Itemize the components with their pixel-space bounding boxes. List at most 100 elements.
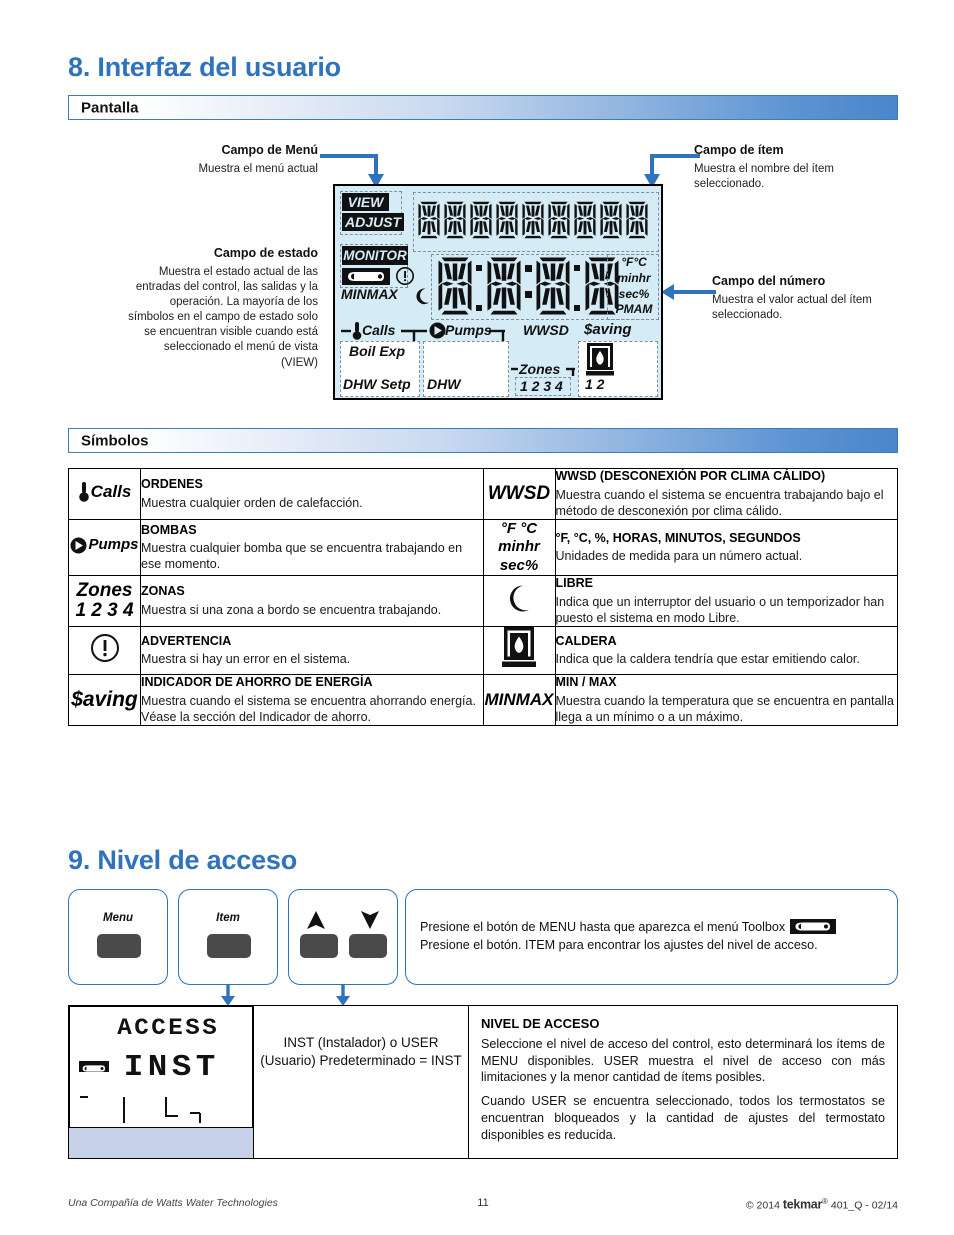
symbol-description: Muestra si hay un error en el sistema. bbox=[141, 652, 351, 667]
number-separator bbox=[524, 257, 533, 315]
lcd-zone-numbers: 1 2 3 4 bbox=[520, 378, 563, 394]
item-char bbox=[547, 194, 571, 246]
unit-degf-degc: °F°C bbox=[621, 255, 647, 269]
leader-number-field bbox=[661, 284, 716, 300]
access-paragraph-2: Cuando USER se encuentra seleccionado, t… bbox=[481, 1094, 885, 1142]
leader-item-to-display bbox=[221, 985, 235, 1006]
footer-copyright-year: © 2014 bbox=[745, 1199, 780, 1212]
symbol-text-cell: MIN / MAX Muestra cuando la temperatura q… bbox=[554, 674, 898, 727]
instruction-line-1: Presione el botón de MENU hasta que apar… bbox=[420, 920, 786, 934]
access-middle-text: INST (Instalador) o USER (Usuario) Prede… bbox=[260, 1035, 462, 1069]
section-8-title: 8. Interfaz del usuario bbox=[68, 52, 341, 82]
symbol-text-cell: CALDERA Indica que la caldera tendría que… bbox=[554, 626, 898, 676]
section-9-title: 9. Nivel de acceso bbox=[68, 845, 298, 875]
wrench-icon bbox=[342, 268, 390, 285]
callout-menu-field-body: Muestra el menú actual bbox=[198, 162, 318, 175]
symbol-title: ADVERTENCIA bbox=[141, 633, 232, 648]
segment-char: C bbox=[151, 1015, 166, 1041]
item-button-box[interactable]: Item bbox=[178, 889, 278, 985]
lcd-calls-label: Calls bbox=[362, 322, 396, 338]
callout-number-field-heading: Campo del número bbox=[712, 274, 826, 288]
lcd-dhw-label: DHW bbox=[427, 376, 461, 392]
access-display-line-2: INST bbox=[122, 1052, 216, 1084]
symbol-text-cell: °F, °C, %, HORAS, MINUTOS, SEGUNDOS Unida… bbox=[554, 519, 898, 577]
access-wrench-icon bbox=[79, 1061, 109, 1072]
footer-copyright: © 2014 tekmar® 401_Q - 02/14 bbox=[746, 1197, 898, 1212]
access-display-cell: ACCESS INST bbox=[68, 1004, 254, 1160]
callout-status-field: Campo de estado Muestra el estado actual… bbox=[128, 246, 318, 371]
number-separator bbox=[573, 257, 582, 315]
lcd-minmax-label: MINMAX bbox=[341, 286, 398, 302]
symbol-title: ORDENES bbox=[141, 477, 203, 492]
leader-updown-to-display bbox=[336, 985, 350, 1006]
up-down-button-box[interactable] bbox=[288, 889, 398, 985]
callout-menu-field-heading: Campo de Menú bbox=[221, 143, 318, 157]
instruction-text: Presione el botón de MENU hasta que apar… bbox=[420, 918, 886, 955]
symbol-icon-cell bbox=[482, 575, 556, 628]
unit-pmam: PMAM bbox=[615, 302, 653, 317]
page-footer: Una Compañía de Watts Water Technologies… bbox=[68, 1197, 898, 1213]
symbol-description: Indica que la caldera tendría que estar … bbox=[555, 652, 860, 667]
segment-char: S bbox=[202, 1015, 217, 1041]
number-char bbox=[533, 256, 573, 316]
segment-char: E bbox=[168, 1015, 183, 1041]
symbol-icon-cell: $aving bbox=[68, 674, 141, 727]
lcd-display-diagram: VIEW ADJUST MONITOR MINMAX °F°C minhr se… bbox=[333, 184, 663, 400]
symbol-icon-cell: Calls bbox=[68, 467, 141, 521]
item-char bbox=[599, 194, 623, 246]
segment-char: T bbox=[195, 1050, 216, 1085]
pumps-icon bbox=[429, 322, 446, 339]
number-char bbox=[435, 256, 475, 316]
toolbox-wrench-icon bbox=[790, 919, 837, 934]
wwsd-icon: WWSD bbox=[487, 483, 551, 505]
menu-button-box[interactable]: Menu bbox=[68, 889, 168, 985]
simbolos-bar: Símbolos bbox=[68, 428, 898, 453]
table-row: Calls ORDENES Muestra cualquier orden de c… bbox=[68, 467, 898, 521]
access-paragraph-1: Seleccione el nivel de acceso del contro… bbox=[481, 1037, 885, 1085]
symbol-text-cell: ZONAS Muestra si una zona a bordo se encu… bbox=[140, 575, 484, 628]
down-button[interactable] bbox=[349, 934, 387, 958]
symbol-text-cell: BOMBAS Muestra cualquier bomba que se enc… bbox=[140, 519, 484, 577]
up-button[interactable] bbox=[300, 934, 338, 958]
page-root: 8. Interfaz del usuario Pantalla Campo d… bbox=[0, 0, 954, 1235]
lcd-pumps-label: Pumps bbox=[445, 322, 492, 338]
table-row: $aving INDICADOR DE AHORRO DE ENERGÍA Mues… bbox=[68, 674, 898, 727]
lcd-adjust-label: ADJUST bbox=[342, 213, 404, 231]
warning-icon bbox=[396, 267, 414, 285]
callout-item-field-body: Muestra el nombre del ítem seleccionado. bbox=[694, 162, 834, 190]
lcd-monitor-label: MONITOR bbox=[342, 246, 408, 265]
item-char bbox=[573, 194, 597, 246]
symbol-icon-cell bbox=[482, 626, 556, 676]
item-button[interactable] bbox=[207, 934, 251, 958]
item-field-characters bbox=[417, 194, 649, 246]
callout-menu-field: Campo de Menú Muestra el menú actual bbox=[150, 143, 318, 177]
menu-button[interactable] bbox=[97, 934, 141, 958]
item-char bbox=[495, 194, 519, 246]
boiler-flame-icon bbox=[586, 343, 614, 376]
moon-icon bbox=[484, 582, 555, 621]
symbol-description: Muestra si una zona a bordo se encuentra… bbox=[141, 602, 442, 617]
item-char bbox=[417, 194, 441, 246]
callout-number-field: Campo del número Muestra el valor actual… bbox=[712, 274, 897, 323]
saving-icon: $aving bbox=[71, 688, 138, 712]
symbol-description: Muestra cuando la temperatura que se enc… bbox=[555, 693, 894, 725]
callout-number-field-body: Muestra el valor actual del ítem selecci… bbox=[712, 293, 872, 321]
segment-char: S bbox=[185, 1015, 200, 1041]
footer-doc-code: 401_Q - 02/14 bbox=[830, 1199, 898, 1212]
symbol-title: INDICADOR DE AHORRO DE ENERGÍA bbox=[141, 675, 373, 690]
zones-icon: Zones 1 2 3 4 bbox=[75, 580, 134, 622]
access-level-table: ACCESS INST INST (Instalador) o USER (Us… bbox=[68, 1004, 898, 1160]
symbol-title: °F, °C, %, HORAS, MINUTOS, SEGUNDOS bbox=[555, 530, 801, 545]
footer-brand: tekmar bbox=[782, 1197, 823, 1212]
item-char bbox=[521, 194, 545, 246]
symbol-description: Muestra cualquier orden de calefacción. bbox=[141, 495, 363, 510]
lcd-wwsd-label: WWSD bbox=[523, 322, 569, 338]
segment-char: A bbox=[117, 1015, 132, 1041]
minmax-icon: MINMAX bbox=[484, 690, 554, 710]
symbol-text-cell: ADVERTENCIA Muestra si hay un error en el… bbox=[140, 626, 484, 676]
symbol-title: ZONAS bbox=[141, 584, 185, 599]
symbol-title: CALDERA bbox=[555, 633, 617, 648]
symbol-icon-cell: WWSD bbox=[482, 467, 556, 521]
down-arrow-icon bbox=[361, 911, 379, 929]
boiler-flame-icon bbox=[484, 627, 555, 674]
